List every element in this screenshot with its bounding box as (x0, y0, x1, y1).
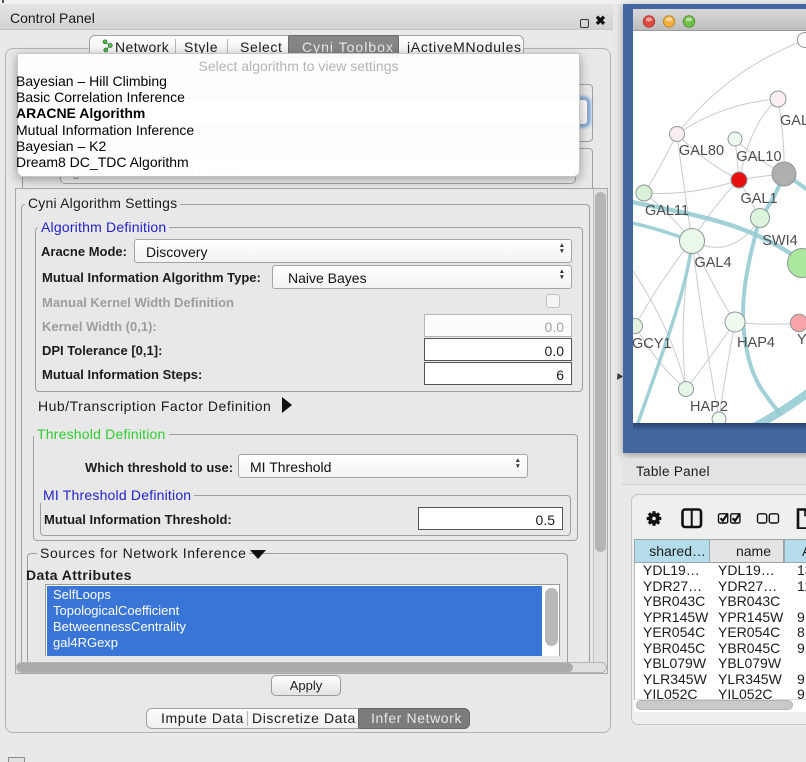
svg-text:HAP4: HAP4 (737, 335, 775, 351)
svg-text:GAL4: GAL4 (694, 255, 731, 271)
svg-text:GAL80: GAL80 (679, 143, 724, 159)
svg-text:GAL1: GAL1 (740, 191, 777, 207)
svg-text:Y: Y (797, 332, 806, 348)
svg-text:GAL10: GAL10 (736, 149, 781, 165)
svg-text:SWI4: SWI4 (762, 233, 797, 249)
svg-text:GAL7: GAL7 (780, 113, 806, 129)
svg-text:GCY1: GCY1 (633, 336, 672, 352)
svg-text:HAP2: HAP2 (690, 399, 728, 415)
svg-text:GAL11: GAL11 (645, 203, 689, 219)
